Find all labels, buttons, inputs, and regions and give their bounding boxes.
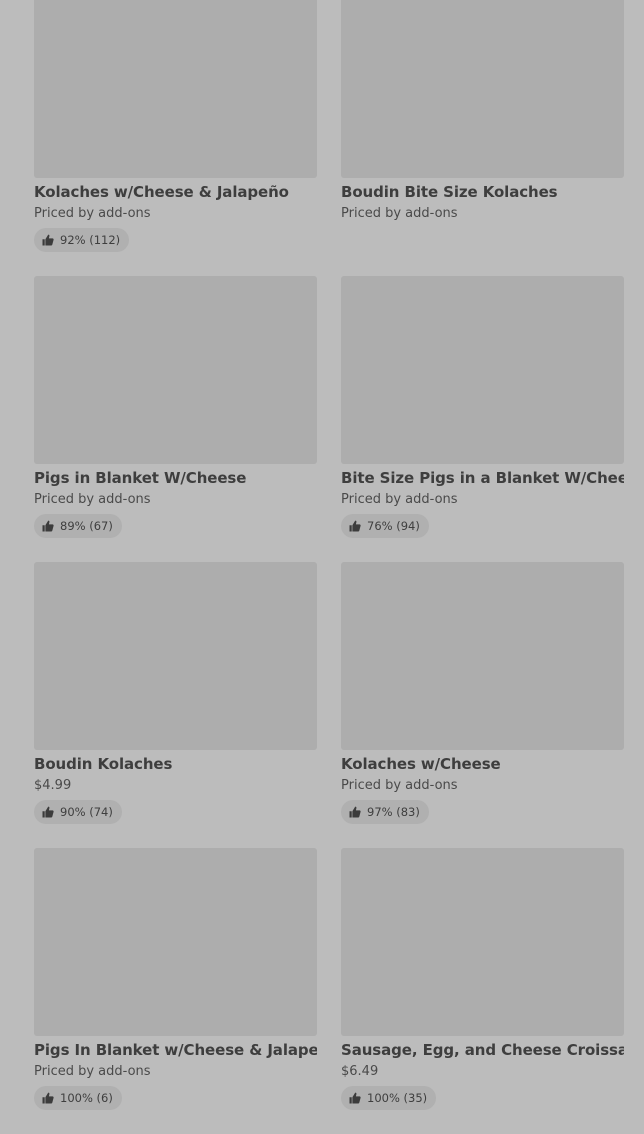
rating-text: 89% (67) [60,519,113,533]
product-name: Pigs In Blanket w/Cheese & Jalapeño [34,1041,317,1059]
product-price: Priced by add-ons [341,492,458,507]
rating-text: 90% (74) [60,805,113,819]
product-image[interactable] [341,562,624,750]
rating-text: 92% (112) [60,233,121,247]
product-card[interactable]: Boudin Kolaches $4.99 90% (74) [34,562,317,848]
thumbs-up-icon [42,234,54,246]
thumbs-up-icon [349,806,361,818]
rating-badge: 89% (67) [34,514,122,538]
rating-badge: 100% (6) [34,1086,122,1110]
product-image[interactable] [34,0,317,178]
product-name: Boudin Bite Size Kolaches [341,183,558,201]
product-image[interactable] [34,276,317,464]
product-grid: Kolaches w/Cheese & Jalapeño Priced by a… [34,0,624,1134]
rating-badge: 76% (94) [341,514,429,538]
thumbs-up-icon [42,520,54,532]
product-image[interactable] [341,0,624,178]
thumbs-up-icon [42,806,54,818]
thumbs-up-icon [349,520,361,532]
product-price: Priced by add-ons [34,206,151,221]
rating-badge: 92% (112) [34,228,130,252]
rating-text: 97% (83) [367,805,420,819]
rating-badge: 90% (74) [34,800,122,824]
product-price: Priced by add-ons [341,206,458,221]
product-image[interactable] [341,276,624,464]
thumbs-up-icon [42,1092,54,1104]
product-name: Sausage, Egg, and Cheese Croissant [341,1041,624,1059]
product-card[interactable]: Bite Size Pigs in a Blanket W/Cheese Pri… [341,276,624,562]
product-name: Bite Size Pigs in a Blanket W/Cheese [341,469,624,487]
product-price: Priced by add-ons [34,492,151,507]
thumbs-up-icon [349,1092,361,1104]
product-card[interactable]: Boudin Bite Size Kolaches Priced by add-… [341,0,624,276]
product-name: Pigs in Blanket W/Cheese [34,469,247,487]
product-name: Boudin Kolaches [34,755,173,773]
product-card[interactable]: Sausage, Egg, and Cheese Croissant $6.49… [341,848,624,1134]
product-image[interactable] [34,848,317,1036]
product-image[interactable] [341,848,624,1036]
product-price: Priced by add-ons [341,778,458,793]
product-name: Kolaches w/Cheese [341,755,501,773]
rating-text: 100% (35) [367,1091,428,1105]
product-name: Kolaches w/Cheese & Jalapeño [34,183,289,201]
product-card[interactable]: Kolaches w/Cheese Priced by add-ons 97% … [341,562,624,848]
product-price: Priced by add-ons [34,1064,151,1079]
rating-badge: 100% (35) [341,1086,437,1110]
rating-text: 100% (6) [60,1091,113,1105]
product-card[interactable]: Pigs in Blanket W/Cheese Priced by add-o… [34,276,317,562]
rating-badge: 97% (83) [341,800,429,824]
product-card[interactable]: Kolaches w/Cheese & Jalapeño Priced by a… [34,0,317,276]
product-image[interactable] [34,562,317,750]
product-card[interactable]: Pigs In Blanket w/Cheese & Jalapeño Pric… [34,848,317,1134]
product-price: $6.49 [341,1064,379,1079]
product-price: $4.99 [34,778,72,793]
rating-text: 76% (94) [367,519,420,533]
